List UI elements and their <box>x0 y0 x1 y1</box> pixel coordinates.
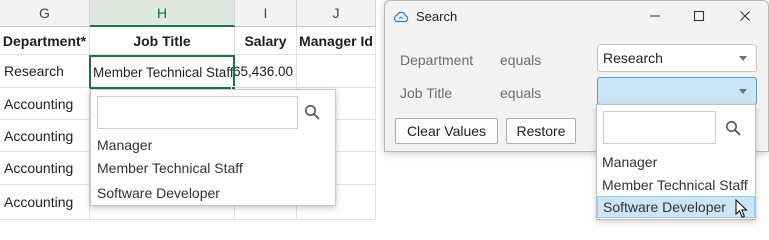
department-select-value: Research <box>603 50 663 66</box>
dropdown-search-input[interactable] <box>603 111 716 144</box>
maximize-button[interactable] <box>687 5 711 27</box>
list-item[interactable]: Manager <box>97 137 152 153</box>
table-row-cell-department[interactable]: Accounting <box>0 152 90 185</box>
column-header-g[interactable]: G <box>0 0 90 27</box>
header-job-title[interactable]: Job Title <box>90 27 235 55</box>
chevron-down-icon <box>739 56 747 61</box>
header-department[interactable]: Department* <box>0 27 90 55</box>
search-icon[interactable] <box>304 104 320 120</box>
minimize-icon <box>650 15 660 17</box>
header-salary[interactable]: Salary <box>235 27 297 55</box>
clear-values-button[interactable]: Clear Values <box>395 118 498 144</box>
close-button[interactable] <box>733 5 757 27</box>
dialog-titlebar[interactable]: Search <box>385 1 768 32</box>
job-title-select[interactable] <box>597 77 757 105</box>
chevron-down-icon <box>739 89 747 94</box>
restore-button[interactable]: Restore <box>506 118 576 144</box>
table-row-cell-department[interactable]: Accounting <box>0 88 90 120</box>
table-row-cell-job-title[interactable]: Member Technical Staff <box>89 55 235 89</box>
maximize-icon <box>693 10 705 22</box>
minimize-button[interactable] <box>643 5 667 27</box>
filter-operator-job-title: equals <box>500 85 542 101</box>
list-item[interactable]: Member Technical Staff <box>97 160 243 176</box>
search-icon[interactable] <box>725 120 741 136</box>
cloud-app-icon <box>393 11 409 23</box>
table-row-cell-department[interactable]: Accounting <box>0 120 90 152</box>
column-header-j[interactable]: J <box>297 0 376 27</box>
filter-operator-department: equals <box>500 52 542 68</box>
dropdown-search-input[interactable] <box>97 96 298 129</box>
list-item[interactable]: Manager <box>597 151 755 173</box>
close-icon <box>740 11 750 21</box>
column-header-i[interactable]: I <box>235 0 297 27</box>
job-title-dropdown-list: Manager Member Technical Staff Software … <box>596 104 756 220</box>
list-item-hovered[interactable]: Software Developer <box>597 196 755 218</box>
dialog-title: Search <box>416 9 458 24</box>
column-header-h[interactable]: H <box>90 0 235 27</box>
filter-field-job-title: Job Title <box>400 85 453 101</box>
table-row-cell-manager-id[interactable] <box>297 55 376 88</box>
table-row-cell-salary[interactable]: 65,436.00 <box>235 55 297 88</box>
mouse-cursor-icon <box>735 199 748 218</box>
table-row-cell-department[interactable]: Research <box>0 55 90 88</box>
header-manager-id[interactable]: Manager Id <box>297 27 376 55</box>
list-item[interactable]: Software Developer <box>97 185 220 201</box>
department-select[interactable]: Research <box>597 44 757 72</box>
table-row-cell-department[interactable]: Accounting <box>0 185 90 220</box>
list-item[interactable]: Member Technical Staff <box>597 174 755 196</box>
filter-field-department: Department <box>400 52 474 68</box>
cell-dropdown-list: Manager Member Technical Staff Software … <box>90 89 336 206</box>
